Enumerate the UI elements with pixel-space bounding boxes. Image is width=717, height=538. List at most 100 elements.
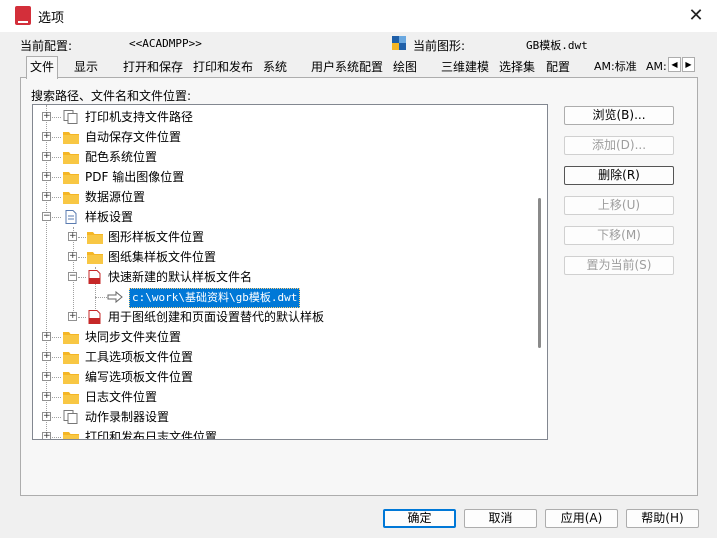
tree-item-selected-template-path[interactable]: c:\work\基础资料\gb模板.dwt	[33, 287, 533, 308]
browse-button[interactable]: 浏览(B)...	[564, 106, 674, 125]
expand-icon[interactable]: +	[42, 412, 51, 421]
file-locations-tree[interactable]: + 打印机支持文件路径 + 自动保存文件位置 + 配色系统位置 + PDF 输出…	[32, 104, 548, 440]
scrollbar-thumb[interactable]	[538, 198, 541, 348]
tree-item-label: 图形样板文件位置	[108, 230, 205, 244]
close-icon[interactable]: ✕	[684, 5, 708, 27]
folder-icon	[63, 432, 79, 439]
expand-icon[interactable]: +	[42, 192, 51, 201]
tree-item-label: 快速新建的默认样板文件名	[108, 270, 253, 284]
tab-profiles[interactable]: 配置	[543, 58, 573, 78]
tree-item-layout-override-template[interactable]: + 用于图纸创建和页面设置替代的默认样板	[33, 307, 533, 327]
tab-plot-publish[interactable]: 打印和发布	[190, 58, 256, 78]
tab-am-more[interactable]: AM:	[643, 58, 670, 78]
title-bar: 选项 ✕	[0, 0, 717, 32]
tree-item-qnew-default-template[interactable]: − 快速新建的默认样板文件名	[33, 267, 533, 287]
tree-item-label: 打印机支持文件路径	[85, 110, 194, 124]
pages-icon	[63, 110, 78, 124]
tree-item-label: 图纸集样板文件位置	[108, 250, 217, 264]
tree-item-tool-palettes[interactable]: + 工具选项板文件位置	[33, 347, 533, 367]
tab-am-standards[interactable]: AM:标准	[591, 58, 640, 78]
expand-icon[interactable]: +	[42, 172, 51, 181]
autocad-logo-icon	[15, 6, 31, 25]
expand-icon[interactable]: +	[42, 392, 51, 401]
tree-item-label: 自动保存文件位置	[85, 130, 182, 144]
current-drawing-value: GB模板.dwt	[526, 39, 588, 52]
tree-item-block-sync-folder[interactable]: + 块同步文件夹位置	[33, 327, 533, 347]
tab-scroll-right-icon[interactable]: ▶	[682, 57, 695, 72]
current-drawing-label: 当前图形:	[413, 39, 466, 53]
tree-item-label: 动作录制器设置	[85, 410, 170, 424]
move-down-button[interactable]: 下移(M)	[564, 226, 674, 245]
expand-icon[interactable]: +	[42, 132, 51, 141]
expand-icon[interactable]: +	[68, 232, 77, 241]
tree-item-label: 日志文件位置	[85, 390, 158, 404]
arrow-icon	[107, 290, 123, 304]
search-paths-label: 搜索路径、文件名和文件位置:	[31, 89, 192, 103]
current-profile-label: 当前配置:	[20, 39, 73, 53]
cancel-button[interactable]: 取消	[464, 509, 537, 528]
tree-item-printer-support-paths[interactable]: + 打印机支持文件路径	[33, 107, 533, 127]
tree-item-drawing-template-location[interactable]: + 图形样板文件位置	[33, 227, 533, 247]
tree-item-sheet-set-template-location[interactable]: + 图纸集样板文件位置	[33, 247, 533, 267]
tree-item-pdf-output[interactable]: + PDF 输出图像位置	[33, 167, 533, 187]
expand-icon[interactable]: +	[42, 112, 51, 121]
tree-vertical-scrollbar[interactable]	[534, 106, 546, 438]
tree-item-plot-publish-log[interactable]: + 打印和发布日志文件位置	[33, 427, 533, 439]
tree-item-label: 编写选项板文件位置	[85, 370, 194, 384]
expand-icon[interactable]: +	[42, 152, 51, 161]
apply-button[interactable]: 应用(A)	[545, 509, 618, 528]
tab-3d-modeling[interactable]: 三维建模	[438, 58, 492, 78]
tree-item-authoring-palettes[interactable]: + 编写选项板文件位置	[33, 367, 533, 387]
dwt-file-icon	[88, 310, 101, 324]
expand-icon[interactable]: +	[42, 332, 51, 341]
tree-item-label: 样板设置	[85, 210, 134, 224]
tab-user-preferences[interactable]: 用户系统配置	[308, 58, 386, 78]
folder-icon	[63, 392, 79, 404]
ok-button[interactable]: 确定	[383, 509, 456, 528]
folder-icon	[63, 332, 79, 344]
tab-drafting[interactable]: 绘图	[390, 58, 420, 78]
tab-system[interactable]: 系统	[260, 58, 290, 78]
remove-button[interactable]: 删除(R)	[564, 166, 674, 185]
tree-item-label: 块同步文件夹位置	[85, 330, 182, 344]
tree-item-label: 数据源位置	[85, 190, 146, 204]
tree-item-label: 用于图纸创建和页面设置替代的默认样板	[108, 310, 325, 324]
drawing-file-icon	[392, 36, 406, 50]
tab-display[interactable]: 显示	[71, 58, 101, 78]
tree-item-label: 配色系统位置	[85, 150, 158, 164]
folder-icon	[63, 192, 79, 204]
tree-item-log-file-location[interactable]: + 日志文件位置	[33, 387, 533, 407]
tree-item-label: 工具选项板文件位置	[85, 350, 194, 364]
expand-icon[interactable]: +	[42, 432, 51, 439]
tab-files[interactable]: 文件	[26, 56, 59, 79]
folder-icon	[63, 372, 79, 384]
move-up-button[interactable]: 上移(U)	[564, 196, 674, 215]
tree-item-color-system[interactable]: + 配色系统位置	[33, 147, 533, 167]
help-button[interactable]: 帮助(H)	[626, 509, 699, 528]
expand-icon[interactable]: +	[68, 312, 77, 321]
tab-selection[interactable]: 选择集	[496, 58, 538, 78]
tree-item-autosave-location[interactable]: + 自动保存文件位置	[33, 127, 533, 147]
expand-icon[interactable]: +	[42, 352, 51, 361]
add-button[interactable]: 添加(D)...	[564, 136, 674, 155]
folder-icon	[63, 152, 79, 164]
expand-icon[interactable]: +	[68, 252, 77, 261]
set-current-button[interactable]: 置为当前(S)	[564, 256, 674, 275]
folder-icon	[63, 352, 79, 364]
tab-open-save[interactable]: 打开和保存	[120, 58, 186, 78]
folder-icon	[87, 252, 103, 264]
tree-item-label: PDF 输出图像位置	[85, 170, 185, 184]
folder-icon	[63, 132, 79, 144]
collapse-icon[interactable]: −	[68, 272, 77, 281]
tree-item-template-settings[interactable]: − 样板设置	[33, 207, 533, 227]
collapse-icon[interactable]: −	[42, 212, 51, 221]
folder-icon	[63, 172, 79, 184]
tab-strip: 文件 显示 打开和保存 打印和发布 系统 用户系统配置 绘图 三维建模 选择集 …	[20, 56, 684, 79]
tab-scroll-left-icon[interactable]: ◀	[668, 57, 681, 72]
tree-item-data-source[interactable]: + 数据源位置	[33, 187, 533, 207]
document-icon	[65, 210, 77, 224]
tree-item-label: c:\work\基础资料\gb模板.dwt	[129, 288, 301, 308]
tree-item-action-recorder[interactable]: + 动作录制器设置	[33, 407, 533, 427]
expand-icon[interactable]: +	[42, 372, 51, 381]
pages-icon	[63, 410, 78, 424]
